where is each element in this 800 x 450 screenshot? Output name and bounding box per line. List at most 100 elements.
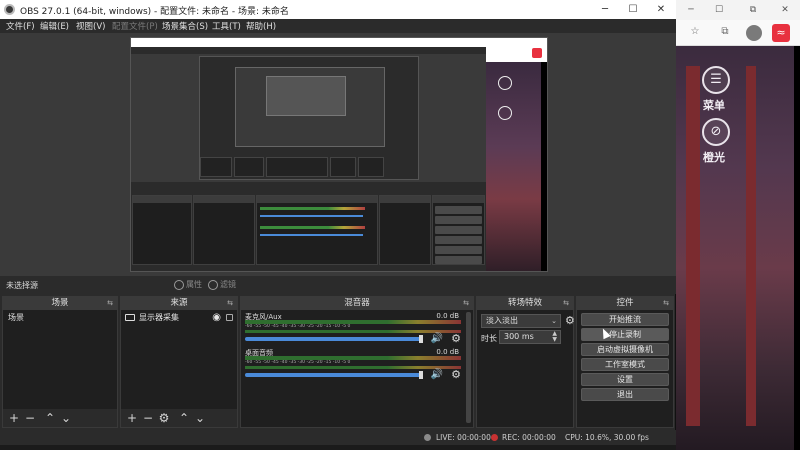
- sources-dock: 来源 ⇆ 显示器采集 ◉ + − ⚙ ⌃ ⌄: [120, 296, 238, 428]
- volume-slider[interactable]: [245, 373, 421, 377]
- mixer-body: 麦克风/Aux 0.0 dB -60 -55 -50 -45 -40 -35 -…: [241, 310, 473, 425]
- lock-icon[interactable]: [226, 314, 233, 321]
- volume-slider[interactable]: [245, 337, 421, 341]
- gear-icon[interactable]: ⚙: [157, 411, 171, 425]
- spin-arrows-icon[interactable]: ▲ ▼: [552, 331, 557, 343]
- move-up-icon[interactable]: ⌃: [43, 411, 57, 425]
- move-down-icon[interactable]: ⌄: [59, 411, 73, 425]
- remove-icon[interactable]: −: [23, 411, 37, 425]
- add-icon[interactable]: +: [125, 411, 139, 425]
- volume-slider-handle[interactable]: [419, 335, 423, 343]
- preview-canvas[interactable]: [130, 37, 548, 272]
- collections-icon[interactable]: ⧉: [718, 25, 732, 39]
- stop-recording-button[interactable]: 停止录制: [581, 328, 669, 341]
- nested-scenes-dock: [132, 195, 192, 265]
- close-button[interactable]: ✕: [646, 2, 676, 17]
- gear-icon[interactable]: ⚙: [565, 314, 575, 327]
- studio-mode-button[interactable]: 工作室模式: [581, 358, 669, 371]
- visibility-eye-icon[interactable]: ◉: [212, 312, 221, 324]
- extension-icon[interactable]: ≈: [772, 24, 790, 42]
- gear-icon: [174, 279, 184, 290]
- source-toolbar: [0, 276, 676, 294]
- level-meter: [245, 366, 461, 369]
- nested-extension-icon: [532, 48, 542, 58]
- exit-button[interactable]: 退出: [581, 388, 669, 401]
- sources-list: 显示器采集 ◉: [121, 310, 237, 409]
- list-item[interactable]: 场景: [5, 312, 115, 323]
- nested-statusbar: [131, 266, 486, 271]
- pillar: [686, 66, 700, 426]
- close-icon[interactable]: ✕: [778, 3, 792, 17]
- nested-dock: [330, 157, 356, 177]
- obs-window: OBS 27.0.1 (64-bit, windows) - 配置文件: 未命名…: [0, 0, 676, 445]
- undock-icon[interactable]: ⇆: [663, 297, 669, 310]
- menu-file[interactable]: 文件(F): [6, 20, 35, 32]
- speaker-icon[interactable]: 🔊: [431, 369, 443, 380]
- rec-indicator-icon: [491, 434, 498, 441]
- game-page: ☰ 菜单 ⊘ 橙光: [676, 46, 800, 450]
- gear-icon[interactable]: ⚙: [451, 368, 461, 381]
- move-down-icon[interactable]: ⌄: [193, 411, 207, 425]
- scrollbar[interactable]: [466, 312, 471, 423]
- desktop: ─ ☐ ⧉ ✕ ☆ ⧉ ≈ ☰ 菜单 ⊘ 橙光 OBS 27.0.1 (64-b…: [0, 0, 800, 450]
- rec-time: REC: 00:00:00: [502, 433, 556, 442]
- volume-slider-handle[interactable]: [419, 371, 423, 379]
- window-title: OBS 27.0.1 (64-bit, windows) - 配置文件: 未命名…: [20, 7, 289, 17]
- undock-icon[interactable]: ⇆: [563, 297, 569, 310]
- start-virtual-camera-button[interactable]: 启动虚拟摄像机: [581, 343, 669, 356]
- undock-icon[interactable]: ⇆: [463, 297, 469, 310]
- menu-icon[interactable]: ☰: [702, 66, 730, 94]
- nested-source-bar: [131, 182, 486, 189]
- nested-menubar: [131, 47, 486, 54]
- menu-view[interactable]: 视图(V): [76, 20, 105, 32]
- maximize-button[interactable]: ☐: [618, 2, 648, 17]
- nested-preview-level-3: [266, 76, 346, 116]
- restore-icon[interactable]: ⧉: [746, 3, 760, 17]
- track-db: 0.0 dB: [436, 348, 459, 356]
- move-up-icon[interactable]: ⌃: [177, 411, 191, 425]
- no-source-label: 未选择源: [6, 281, 38, 290]
- properties-button[interactable]: 属性: [174, 278, 202, 292]
- mixer-track: 桌面音频 0.0 dB -60 -55 -50 -45 -40 -35 -30 …: [245, 348, 463, 384]
- transitions-dock: 转场特效 ⇆ 淡入淡出 ⌄ ⚙ 时长 300 ms ▲ ▼: [476, 296, 575, 428]
- menu-edit[interactable]: 编辑(E): [40, 20, 69, 32]
- scenes-dock: 场景 ⇆ 场景 + − ⌃ ⌄: [2, 296, 118, 428]
- avatar[interactable]: [746, 25, 762, 41]
- level-meter: [245, 330, 461, 333]
- nested-dock: [266, 157, 328, 177]
- transition-select[interactable]: 淡入淡出 ⌄: [481, 314, 561, 328]
- obs-titlebar: OBS 27.0.1 (64-bit, windows) - 配置文件: 未命名…: [0, 0, 676, 19]
- duration-spinbox[interactable]: 300 ms ▲ ▼: [499, 330, 561, 344]
- gear-icon[interactable]: ⚙: [451, 332, 461, 345]
- remove-icon[interactable]: −: [141, 411, 155, 425]
- statusbar: LIVE: 00:00:00 REC: 00:00:00 CPU: 10.6%,…: [0, 430, 676, 445]
- menu-label: 菜单: [703, 99, 725, 112]
- speaker-icon[interactable]: 🔊: [431, 333, 443, 344]
- background-browser-window[interactable]: ─ ☐ ⧉ ✕ ☆ ⧉ ≈ ☰ 菜单 ⊘ 橙光: [676, 0, 800, 450]
- nested-volume-slider: [260, 215, 363, 217]
- add-icon[interactable]: +: [7, 411, 21, 425]
- maximize-icon[interactable]: ☐: [712, 3, 726, 17]
- undock-icon[interactable]: ⇆: [107, 297, 113, 310]
- start-streaming-button[interactable]: 开始推流: [581, 313, 669, 326]
- filters-button[interactable]: 滤镜: [208, 278, 236, 292]
- menu-tools[interactable]: 工具(T): [212, 20, 241, 32]
- light-icon[interactable]: ⊘: [702, 118, 730, 146]
- menu-profile[interactable]: 配置文件(P): [112, 20, 158, 32]
- menu-help[interactable]: 帮助(H): [246, 20, 276, 32]
- nested-dock: [358, 157, 384, 177]
- menu-scene-collection[interactable]: 场景集合(S): [162, 20, 208, 32]
- nested-volume-slider: [260, 234, 363, 236]
- controls-dock-header: 控件 ⇆: [577, 297, 673, 310]
- favorites-icon[interactable]: ☆: [688, 25, 702, 39]
- settings-button[interactable]: 设置: [581, 373, 669, 386]
- nested-preview-level-2: [235, 67, 385, 147]
- nested-mixer-dock: [256, 195, 378, 265]
- undock-icon[interactable]: ⇆: [227, 297, 233, 310]
- minimize-button[interactable]: ─: [590, 2, 620, 17]
- transitions-dock-header: 转场特效 ⇆: [477, 297, 573, 310]
- controls-dock: 控件 ⇆ 开始推流 停止录制 启动虚拟摄像机 工作室模式 设置 退出: [576, 296, 674, 428]
- list-item[interactable]: 显示器采集 ◉: [123, 312, 235, 324]
- minimize-icon[interactable]: ─: [684, 3, 698, 17]
- chevron-down-icon: ⌄: [551, 317, 557, 325]
